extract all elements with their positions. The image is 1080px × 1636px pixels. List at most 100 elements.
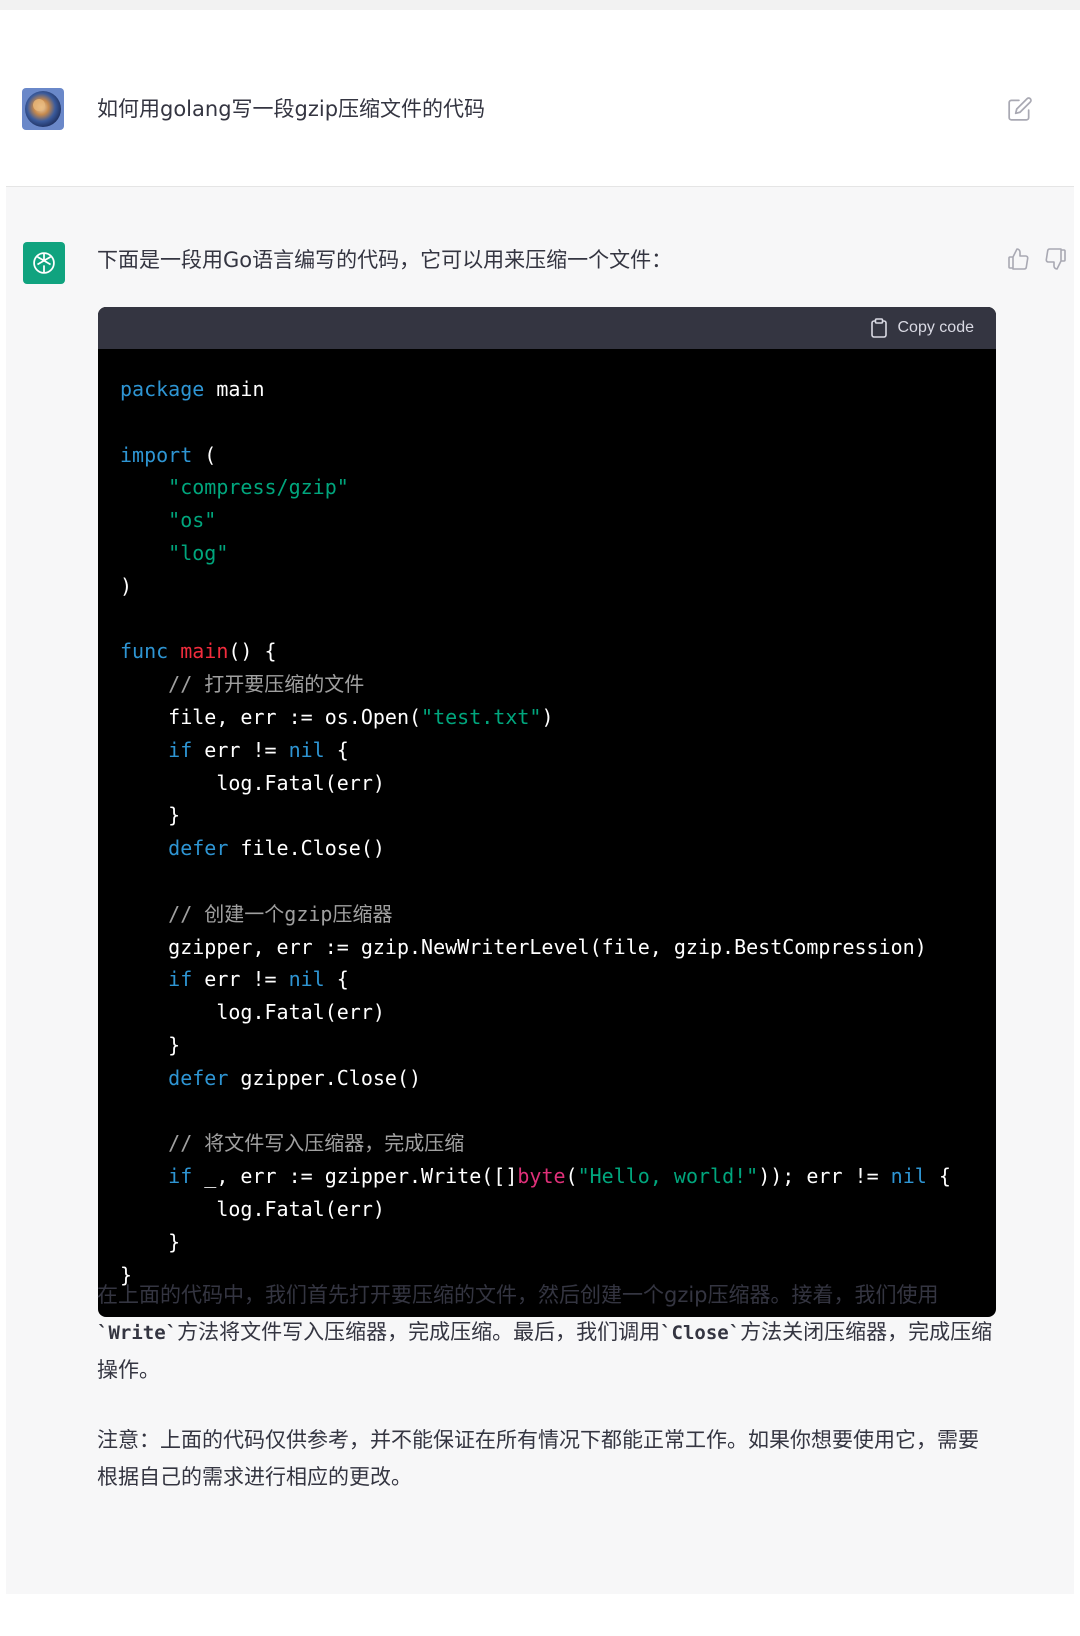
code-line: defer gzipper.Close(): [120, 1062, 974, 1095]
code-token: // 创建一个gzip压缩器: [168, 901, 393, 926]
explanation-text-2: 方法将文件写入压缩器，完成压缩。最后，我们调用: [177, 1320, 661, 1344]
code-token: }: [120, 1032, 181, 1057]
code-token: func: [120, 639, 169, 664]
code-token: file.Close(): [228, 836, 385, 861]
code-token: byte: [517, 1164, 566, 1189]
code-line: log.Fatal(err): [120, 1193, 974, 1226]
code-line: gzipper, err := gzip.NewWriterLevel(file…: [120, 931, 974, 964]
code-token: log.Fatal(err): [120, 1000, 385, 1025]
code-token: main: [204, 377, 265, 401]
code-token: ): [120, 573, 133, 598]
code-line: // 打开要压缩的文件: [120, 668, 974, 701]
thumbs-down-icon[interactable]: [1044, 247, 1068, 271]
bottom-area: [0, 1594, 1080, 1636]
code-token: err !=: [192, 967, 289, 992]
code-token: // 打开要压缩的文件: [168, 672, 365, 697]
code-line: log.Fatal(err): [120, 996, 974, 1029]
copy-code-label: Copy code: [897, 319, 975, 336]
code-token: gzipper.Close(): [228, 1065, 422, 1090]
code-token: if: [168, 1164, 193, 1189]
code-line: "log": [120, 537, 974, 570]
code-token: log.Fatal(err): [120, 770, 385, 795]
code-line: func main() {: [120, 635, 974, 668]
edit-icon[interactable]: [1007, 96, 1033, 122]
code-token: if: [168, 967, 193, 992]
code-line: if err != nil {: [120, 734, 974, 767]
code-token: file, err := os.Open(: [120, 704, 422, 729]
code-token: }: [120, 1229, 181, 1254]
inline-code-close: `Close`: [660, 1322, 741, 1344]
code-token: "compress/gzip": [168, 475, 349, 500]
code-line: if err != nil {: [120, 963, 974, 996]
code-token: // 将文件写入压缩器，完成压缩: [168, 1131, 465, 1156]
code-token: _, err := gzipper.Write([]: [192, 1164, 518, 1189]
code-token: nil: [288, 737, 325, 762]
copy-code-button[interactable]: Copy code: [870, 316, 975, 340]
code-token: "Hello, world!": [577, 1164, 759, 1189]
code-token: )); err !=: [758, 1164, 891, 1189]
code-line: ): [120, 570, 974, 603]
top-bar: [0, 0, 1080, 10]
user-avatar: [22, 88, 64, 130]
code-line: "os": [120, 504, 974, 537]
code-line: }: [120, 1226, 974, 1259]
inline-code-write: `Write`: [97, 1322, 178, 1344]
code-line: // 将文件写入压缩器，完成压缩: [120, 1127, 974, 1160]
code-block-header: Copy code: [98, 307, 996, 349]
code-line: }: [120, 799, 974, 832]
explanation-paragraph: 在上面的代码中，我们首先打开要压缩的文件，然后创建一个gzip压缩器。接着，我们…: [97, 1277, 997, 1389]
code-line: }: [120, 1029, 974, 1062]
code-token: err !=: [192, 737, 289, 762]
clipboard-icon: [870, 318, 887, 338]
code-token: if: [168, 737, 193, 762]
code-line: if _, err := gzipper.Write([]byte("Hello…: [120, 1160, 974, 1193]
code-token: "os": [168, 508, 217, 533]
chat-page: 如何用golang写一段gzip压缩文件的代码 下面是一段用Go语言编写的代码，…: [0, 0, 1080, 1636]
user-message-text: 如何用golang写一段gzip压缩文件的代码: [97, 97, 486, 121]
assistant-message-row: 下面是一段用Go语言编写的代码，它可以用来压缩一个文件： Copy code p…: [6, 186, 1074, 1595]
code-token: (: [192, 442, 217, 467]
code-token: import: [120, 442, 193, 467]
explanation-text-1: 在上面的代码中，我们首先打开要压缩的文件，然后创建一个gzip压缩器。接着，我们…: [97, 1283, 939, 1307]
chatgpt-logo-icon: [23, 242, 65, 284]
thumbs-up-icon[interactable]: [1006, 247, 1030, 271]
code-token: {: [324, 737, 349, 762]
code-token: log.Fatal(err): [120, 1196, 385, 1221]
code-token: }: [120, 803, 181, 828]
code-block: Copy code package main import ( "compress…: [98, 307, 996, 1317]
code-line: log.Fatal(err): [120, 767, 974, 800]
code-token: defer: [168, 1065, 229, 1090]
code-line: file, err := os.Open("test.txt"): [120, 701, 974, 734]
code-token: {: [324, 967, 349, 992]
code-token: "log": [168, 540, 229, 565]
code-token: {: [926, 1164, 951, 1189]
user-message-row: 如何用golang写一段gzip压缩文件的代码: [0, 10, 1080, 186]
feedback-buttons: [1006, 247, 1070, 273]
code-token: defer: [168, 836, 229, 861]
code-token: nil: [288, 967, 325, 992]
code-token: nil: [890, 1164, 927, 1189]
code-line: package main: [120, 373, 974, 406]
code-token: "test.txt": [421, 704, 542, 729]
code-line: "compress/gzip": [120, 471, 974, 504]
code-line: defer file.Close(): [120, 832, 974, 865]
code-line: // 创建一个gzip压缩器: [120, 898, 974, 931]
code-content: package main import ( "compress/gzip" "os…: [98, 349, 996, 1291]
code-token: (: [565, 1164, 578, 1189]
code-token: main: [180, 639, 229, 664]
